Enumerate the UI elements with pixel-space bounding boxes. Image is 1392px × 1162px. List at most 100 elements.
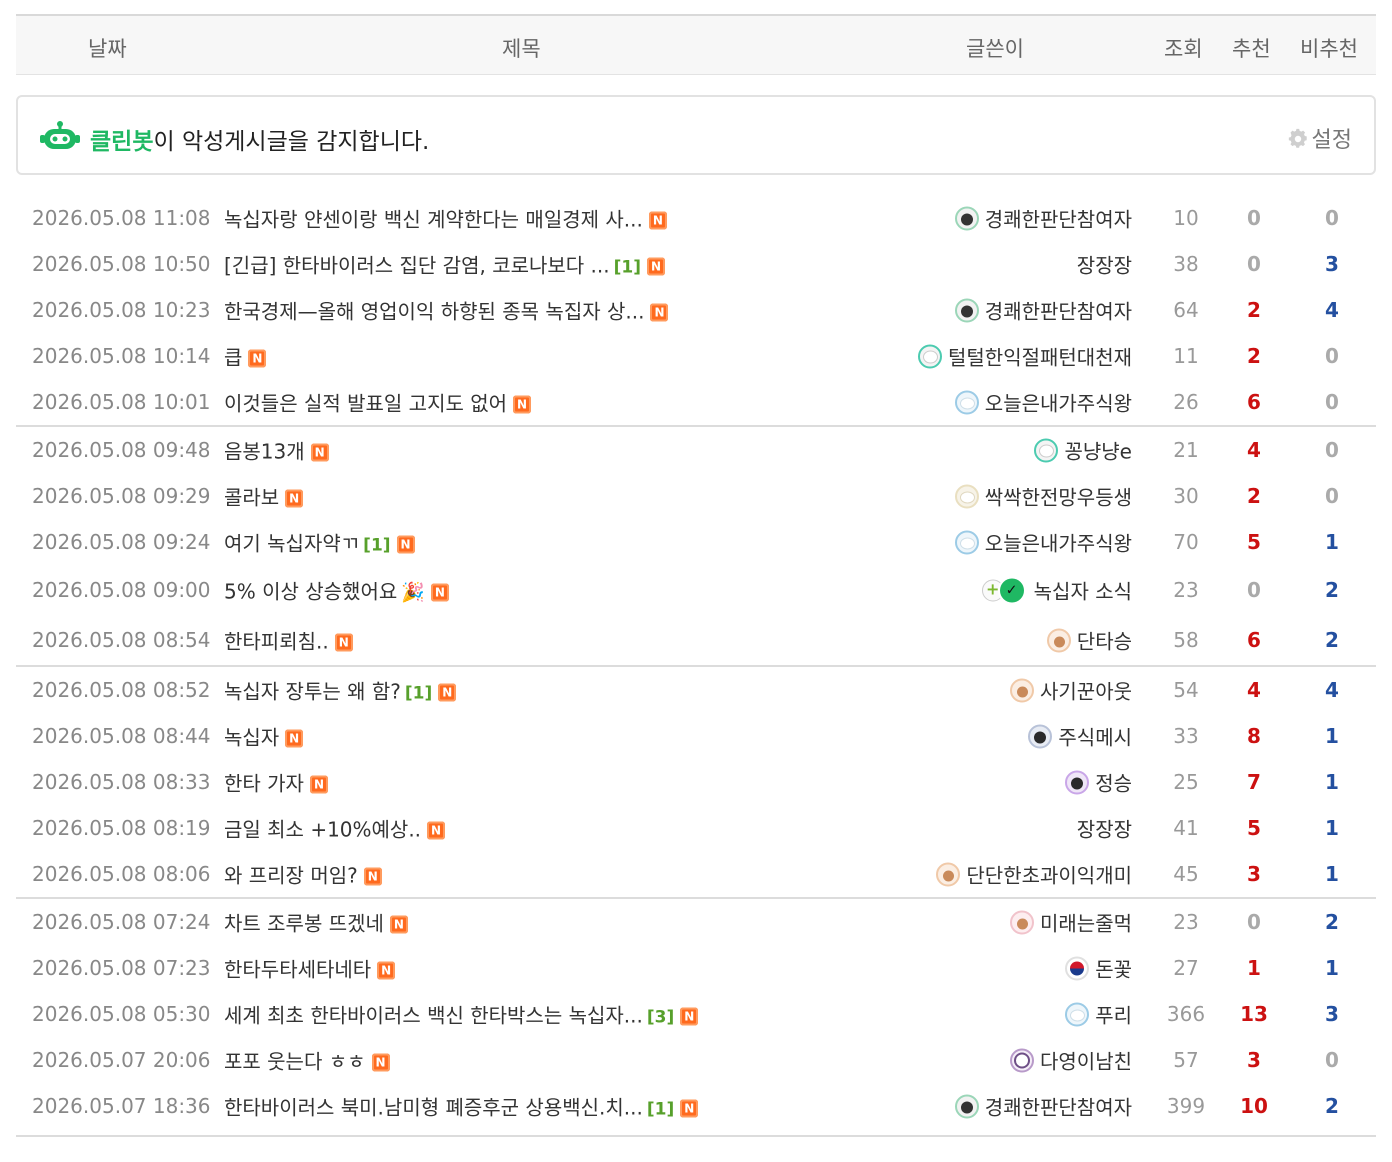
table-row[interactable]: 2026.05.08 09:24 여기 녹십자약ㄲ [1] N 오늘은내가주식왕 70 5 1 bbox=[16, 519, 1376, 565]
table-row[interactable]: 2026.05.08 10:50 [긴급] 한타바이러스 집단 감염, 코로나보다… bbox=[16, 241, 1376, 287]
post-author[interactable]: 싹싹한전망우등생 bbox=[954, 482, 1132, 511]
table-row[interactable]: 2026.05.08 08:52 녹십자 장투는 왜 함? [1] N 사기꾼아웃 54 4… bbox=[16, 667, 1376, 713]
post-title-link[interactable]: [긴급] 한타바이러스 집단 감염, 코로나보다 ... [1] N bbox=[224, 250, 665, 279]
table-row[interactable]: 2026.05.08 10:14 큽 N 털털한익절패턴대천재 11 2 0 bbox=[16, 333, 1376, 379]
author-name[interactable]: 주식메시 bbox=[1058, 722, 1132, 751]
author-name[interactable]: 꽁냥냥e bbox=[1064, 436, 1132, 465]
post-author[interactable]: 다영이남친 bbox=[1010, 1046, 1132, 1075]
post-author[interactable]: 경쾌한판단참여자 bbox=[954, 1092, 1132, 1121]
post-author[interactable]: + ✓ 녹십자 소식 bbox=[981, 576, 1132, 605]
comment-count[interactable]: [1] bbox=[647, 1100, 674, 1120]
author-name[interactable]: 오늘은내가주식왕 bbox=[985, 388, 1132, 417]
post-title-text[interactable]: 5% 이상 상승했어요 bbox=[224, 580, 397, 604]
author-name[interactable]: 경쾌한판단참여자 bbox=[985, 296, 1132, 325]
post-author[interactable]: 장장장 bbox=[1077, 814, 1132, 843]
post-author[interactable]: 단단한초과이익개미 bbox=[936, 860, 1132, 889]
post-author[interactable]: 경쾌한판단참여자 bbox=[954, 204, 1132, 233]
post-title-link[interactable]: 녹십자 N bbox=[224, 722, 304, 751]
author-name[interactable]: 털털한익절패턴대천재 bbox=[948, 342, 1132, 371]
post-author[interactable]: 사기꾼아웃 bbox=[1010, 676, 1132, 705]
post-title-link[interactable]: 한타피뢰침.. N bbox=[224, 626, 353, 655]
table-row[interactable]: 2026.05.08 08:19 금일 최소 +10%예상.. N 장장장 41 5 1 bbox=[16, 805, 1376, 851]
post-title-link[interactable]: 여기 녹십자약ㄲ [1] N bbox=[224, 528, 415, 557]
post-author[interactable]: 오늘은내가주식왕 bbox=[954, 388, 1132, 417]
post-title-text[interactable]: 한타 가자 bbox=[224, 772, 304, 796]
post-title-text[interactable]: 와 프리장 머임? bbox=[224, 864, 358, 888]
post-author[interactable]: 단타승 bbox=[1046, 626, 1132, 655]
post-title-text[interactable]: 음봉13개 bbox=[224, 440, 305, 464]
table-row[interactable]: 2026.05.07 18:36 한타바이러스 북미.남미형 폐증후군 상용백신.… bbox=[16, 1083, 1376, 1129]
post-title-text[interactable]: 한국경제—올해 영업이익 하향된 종목 녹집자 상... bbox=[224, 300, 644, 324]
table-row[interactable]: 2026.05.08 09:00 5% 이상 상승했어요 🎉 N + ✓ 녹십자 소식 23 0… bbox=[16, 565, 1376, 615]
post-author[interactable]: 주식메시 bbox=[1028, 722, 1132, 751]
author-name[interactable]: 장장장 bbox=[1077, 814, 1132, 843]
post-title-link[interactable]: 콜라보 N bbox=[224, 482, 304, 511]
table-row[interactable]: 2026.05.08 08:33 한타 가자 N 정승 25 7 1 bbox=[16, 759, 1376, 805]
post-title-text[interactable]: 녹십자랑 얀센이랑 백신 계약한다는 매일경제 사... bbox=[224, 208, 643, 232]
post-author[interactable]: 오늘은내가주식왕 bbox=[954, 528, 1132, 557]
post-title-text[interactable]: 여기 녹십자약ㄲ bbox=[224, 532, 359, 556]
post-title-text[interactable]: 한타두타세타네타 bbox=[224, 958, 371, 982]
post-title-text[interactable]: 금일 최소 +10%예상.. bbox=[224, 818, 421, 842]
post-title-text[interactable]: 포포 웃는다 ㅎㅎ bbox=[224, 1050, 366, 1074]
post-title-link[interactable]: 와 프리장 머임? N bbox=[224, 860, 382, 889]
post-title-text[interactable]: 큽 bbox=[224, 346, 242, 370]
author-name[interactable]: 단타승 bbox=[1077, 626, 1132, 655]
post-title-link[interactable]: 차트 조루봉 뜨겠네 N bbox=[224, 908, 408, 937]
cleanbot-settings-button[interactable]: 설정 bbox=[1287, 122, 1352, 154]
comment-count[interactable]: [1] bbox=[363, 536, 390, 556]
post-title-link[interactable]: 큽N bbox=[224, 342, 267, 371]
post-title-link[interactable]: 5% 이상 상승했어요 🎉 N bbox=[224, 576, 449, 605]
table-row[interactable]: 2026.05.08 07:24 차트 조루봉 뜨겠네 N 미래는줄먹 23 0 2 bbox=[16, 899, 1376, 945]
comment-count[interactable]: [3] bbox=[647, 1008, 674, 1028]
post-title-link[interactable]: 포포 웃는다 ㅎㅎ N bbox=[224, 1046, 390, 1075]
author-name[interactable]: 사기꾼아웃 bbox=[1040, 676, 1132, 705]
post-title-text[interactable]: 세계 최초 한타바이러스 백신 한타박스는 녹십자... bbox=[224, 1004, 643, 1028]
post-author[interactable]: 돈꽃 bbox=[1065, 954, 1132, 983]
cleanbot-brand[interactable]: 클린봇 bbox=[90, 129, 153, 155]
post-title-link[interactable]: 한타두타세타네타 N bbox=[224, 954, 396, 983]
post-author[interactable]: 미래는줄먹 bbox=[1010, 908, 1132, 937]
post-author[interactable]: 경쾌한판단참여자 bbox=[954, 296, 1132, 325]
post-title-text[interactable]: 한타바이러스 북미.남미형 폐증후군 상용백신.치... bbox=[224, 1096, 643, 1120]
post-title-link[interactable]: 한국경제—올해 영업이익 하향된 종목 녹집자 상... N bbox=[224, 296, 669, 325]
author-name[interactable]: 녹십자 소식 bbox=[1034, 576, 1132, 605]
author-name[interactable]: 돈꽃 bbox=[1095, 954, 1132, 983]
author-name[interactable]: 다영이남친 bbox=[1040, 1046, 1132, 1075]
table-row[interactable]: 2026.05.08 08:06 와 프리장 머임? N 단단한초과이익개미 45 3 1 bbox=[16, 851, 1376, 899]
author-name[interactable]: 정승 bbox=[1095, 768, 1132, 797]
post-title-text[interactable]: 콜라보 bbox=[224, 486, 279, 510]
post-title-link[interactable]: 이것들은 실적 발표일 고지도 없어 N bbox=[224, 388, 532, 417]
table-row[interactable]: 2026.05.07 20:06 포포 웃는다 ㅎㅎ N 다영이남친 57 3 0 bbox=[16, 1037, 1376, 1083]
post-title-link[interactable]: 세계 최초 한타바이러스 백신 한타박스는 녹십자... [3] N bbox=[224, 1000, 699, 1029]
post-title-text[interactable]: 녹십자 장투는 왜 함? bbox=[224, 680, 401, 704]
author-name[interactable]: 장장장 bbox=[1077, 250, 1132, 279]
table-row[interactable]: 2026.05.08 11:08 녹십자랑 얀센이랑 백신 계약한다는 매일경제 … bbox=[16, 195, 1376, 241]
post-title-link[interactable]: 음봉13개 N bbox=[224, 436, 329, 465]
author-name[interactable]: 싹싹한전망우등생 bbox=[985, 482, 1132, 511]
post-author[interactable]: 장장장 bbox=[1077, 250, 1132, 279]
author-name[interactable]: 단단한초과이익개미 bbox=[966, 860, 1132, 889]
post-title-text[interactable]: 이것들은 실적 발표일 고지도 없어 bbox=[224, 392, 507, 416]
post-title-text[interactable]: 차트 조루봉 뜨겠네 bbox=[224, 912, 384, 936]
post-title-link[interactable]: 녹십자랑 얀센이랑 백신 계약한다는 매일경제 사... N bbox=[224, 204, 667, 233]
post-title-link[interactable]: 한타바이러스 북미.남미형 폐증후군 상용백신.치... [1] N bbox=[224, 1092, 699, 1121]
post-title-link[interactable]: 한타 가자 N bbox=[224, 768, 328, 797]
post-title-link[interactable]: 금일 최소 +10%예상.. N bbox=[224, 814, 446, 843]
table-row[interactable]: 2026.05.08 07:23 한타두타세타네타 N 돈꽃 27 1 1 bbox=[16, 945, 1376, 991]
post-author[interactable]: 정승 bbox=[1065, 768, 1132, 797]
post-title-text[interactable]: 한타피뢰침.. bbox=[224, 630, 329, 654]
author-name[interactable]: 미래는줄먹 bbox=[1040, 908, 1132, 937]
table-row[interactable]: 2026.05.08 08:54 한타피뢰침.. N 단타승 58 6 2 bbox=[16, 615, 1376, 667]
post-title-link[interactable]: 녹십자 장투는 왜 함? [1] N bbox=[224, 676, 457, 705]
table-row[interactable]: 2026.05.08 09:48 음봉13개 N 꽁냥냥e 21 4 0 bbox=[16, 427, 1376, 473]
post-title-text[interactable]: 녹십자 bbox=[224, 726, 279, 750]
table-row[interactable]: 2026.05.08 09:29 콜라보 N 싹싹한전망우등생 30 2 0 bbox=[16, 473, 1376, 519]
table-row[interactable]: 2026.05.08 05:30 세계 최초 한타바이러스 백신 한타박스는 녹십… bbox=[16, 991, 1376, 1037]
comment-count[interactable]: [1] bbox=[405, 684, 432, 704]
author-name[interactable]: 경쾌한판단참여자 bbox=[985, 1092, 1132, 1121]
post-author[interactable]: 털털한익절패턴대천재 bbox=[918, 342, 1132, 371]
author-name[interactable]: 오늘은내가주식왕 bbox=[985, 528, 1132, 557]
table-row[interactable]: 2026.05.08 10:01 이것들은 실적 발표일 고지도 없어 N 오늘은내가… bbox=[16, 379, 1376, 427]
comment-count[interactable]: [1] bbox=[614, 258, 641, 278]
